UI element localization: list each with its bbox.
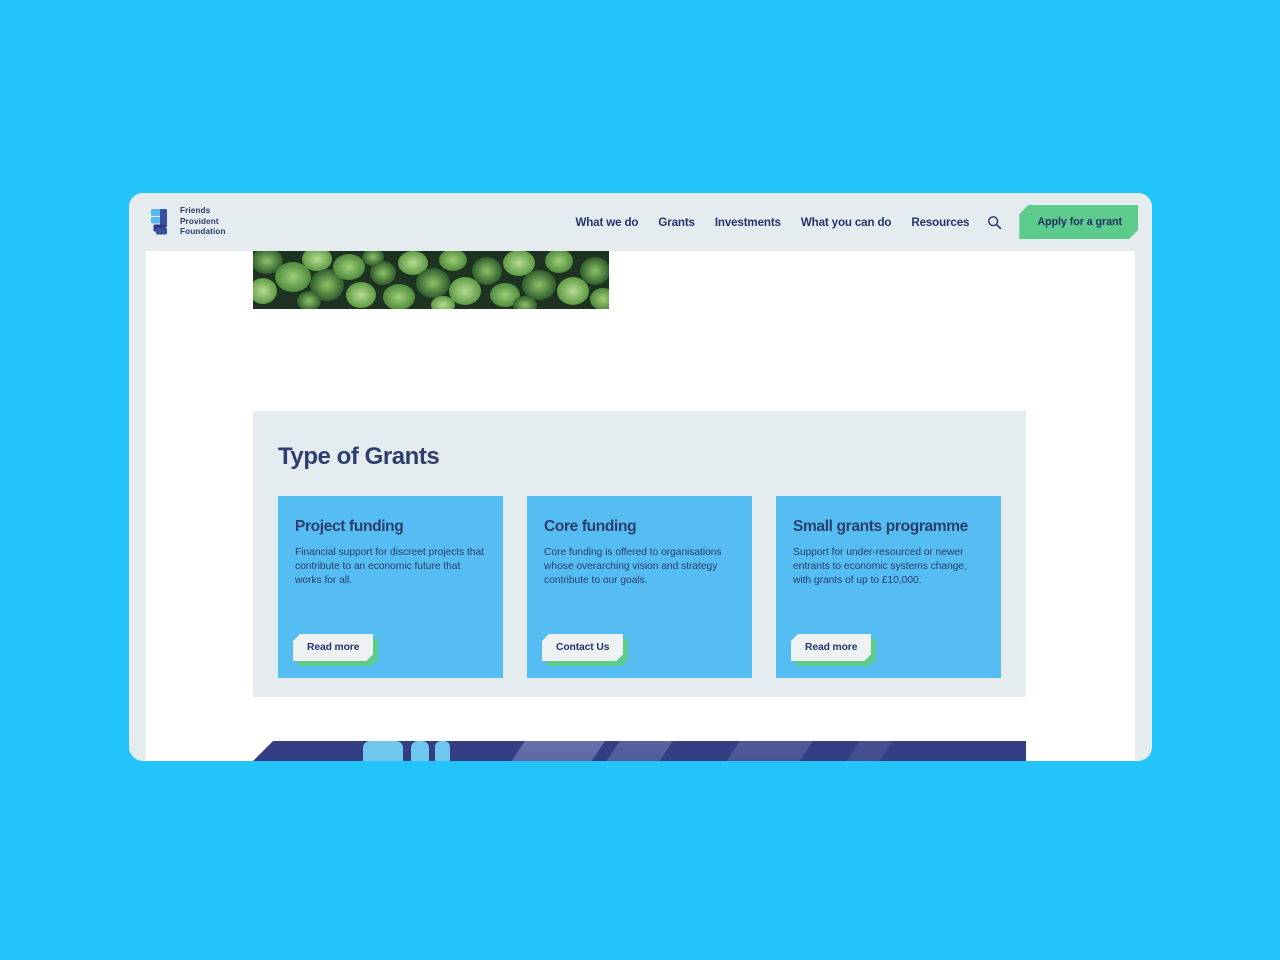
card-description: Support for under-resourced or newer ent… bbox=[793, 546, 967, 587]
contact-us-button[interactable]: Contact Us bbox=[542, 634, 623, 661]
nav-item-grants[interactable]: Grants bbox=[658, 216, 695, 229]
logo-word-line-1: Friends bbox=[180, 206, 211, 216]
card-title: Project funding bbox=[295, 518, 404, 535]
grant-card-small-grants-programme[interactable]: Small grants programme Support for under… bbox=[776, 496, 1001, 678]
read-more-button[interactable]: Read more bbox=[293, 634, 373, 661]
card-action-wrap: Read more bbox=[791, 634, 871, 661]
grant-cards-list: Project funding Financial support for di… bbox=[278, 496, 1001, 678]
card-title: Core funding bbox=[544, 518, 637, 535]
logo-word-line-2: Provident bbox=[180, 216, 219, 226]
card-title: Small grants programme bbox=[793, 518, 968, 535]
type-of-grants-section: Type of Grants Project funding Financial… bbox=[253, 411, 1026, 697]
card-action-wrap: Read more bbox=[293, 634, 373, 661]
apply-for-grant-button[interactable]: Apply for a grant bbox=[1019, 205, 1138, 239]
grant-card-project-funding[interactable]: Project funding Financial support for di… bbox=[278, 496, 503, 678]
friends-provident-foundation-logo-icon bbox=[151, 209, 167, 235]
site-logo[interactable]: Friends Provident Foundation bbox=[151, 206, 226, 238]
nav-item-investments[interactable]: Investments bbox=[715, 216, 781, 229]
search-icon-glyph bbox=[987, 215, 1002, 229]
site-header: Friends Provident Foundation What we do … bbox=[129, 193, 1152, 251]
primary-navigation: What we do Grants Investments What you c… bbox=[575, 193, 1152, 251]
grant-card-core-funding[interactable]: Core funding Core funding is offered to … bbox=[527, 496, 752, 678]
bottom-illustration-banner bbox=[253, 741, 1026, 761]
nav-item-what-we-do[interactable]: What we do bbox=[575, 216, 638, 229]
page-content: Type of Grants Project funding Financial… bbox=[146, 251, 1135, 761]
page-title: Type of Grants bbox=[278, 443, 440, 470]
search-icon[interactable] bbox=[985, 213, 1003, 231]
nav-item-resources[interactable]: Resources bbox=[911, 216, 969, 229]
card-description: Financial support for discreet projects … bbox=[295, 546, 484, 587]
read-more-button[interactable]: Read more bbox=[791, 634, 871, 661]
logo-wordmark: Friends Provident Foundation bbox=[180, 206, 226, 238]
logo-word-line-3: Foundation bbox=[180, 227, 226, 237]
hero-forest-image bbox=[253, 251, 609, 309]
card-action-wrap: Contact Us bbox=[542, 634, 623, 661]
browser-window: Friends Provident Foundation What we do … bbox=[129, 193, 1152, 761]
hero-forest-image-graphic bbox=[253, 251, 609, 309]
bottom-illustration-graphic bbox=[253, 741, 1026, 761]
nav-item-what-you-can-do[interactable]: What you can do bbox=[801, 216, 892, 229]
card-description: Core funding is offered to organisations… bbox=[544, 546, 722, 587]
